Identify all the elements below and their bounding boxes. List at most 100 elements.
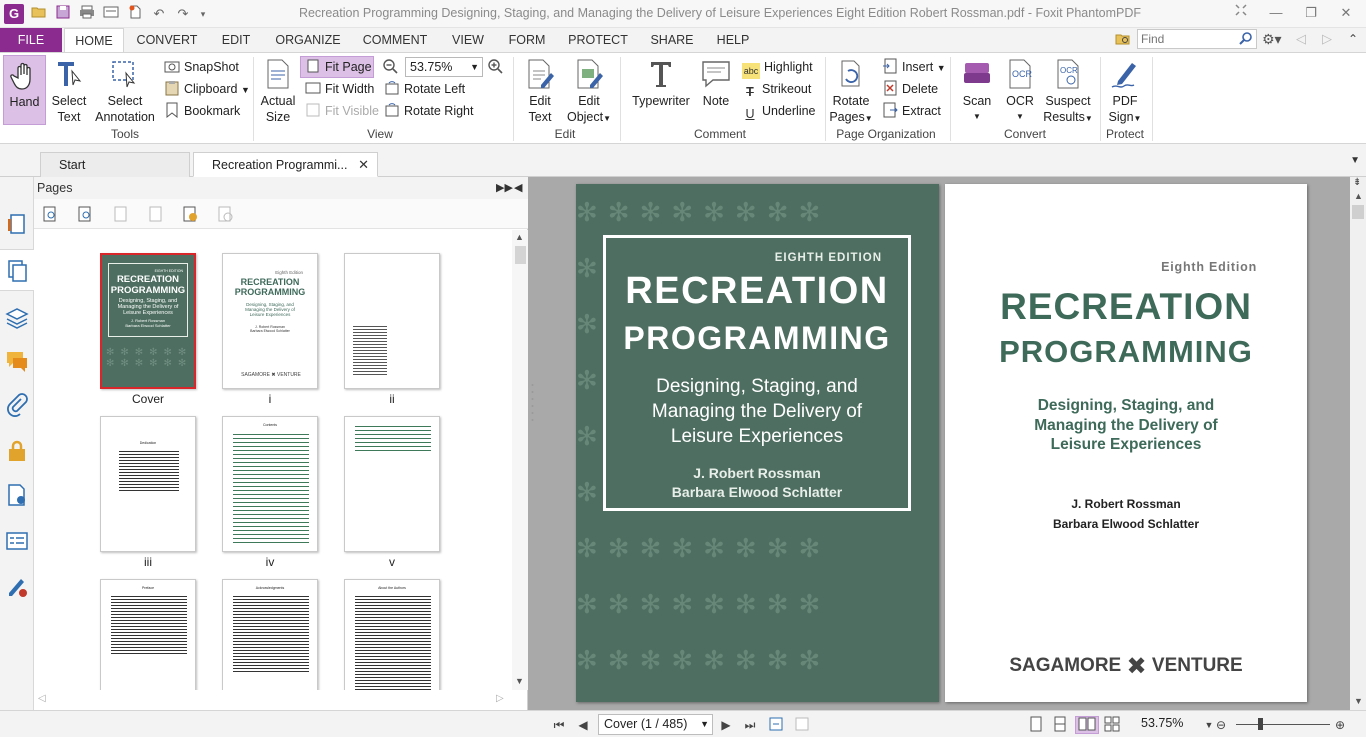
add-page-icon[interactable] xyxy=(182,206,198,222)
signature-nav-icon[interactable] xyxy=(5,575,29,599)
thumbnail-acknowledgments[interactable]: Acknowledgments xyxy=(222,579,318,690)
app-icon[interactable]: G xyxy=(4,4,24,24)
edit-text-button[interactable]: Edit Text xyxy=(519,57,561,125)
document-view[interactable]: ✻✻✻✻✻✻✻✻ ✻✻✻✻✻✻✻✻ ✻✻✻✻✻✻✻✻ ✻✻✻✻✻✻✻✻ ✻✻✻✻… xyxy=(528,177,1350,710)
forward-arrow-icon[interactable]: ▷ xyxy=(1322,31,1332,47)
thumbnail-i[interactable]: Eighth Edition RECREATION PROGRAMMING De… xyxy=(222,253,318,389)
find-input[interactable] xyxy=(1138,30,1238,48)
document-properties-nav-icon[interactable] xyxy=(5,483,29,507)
pages-nav-icon[interactable] xyxy=(0,249,34,291)
typewriter-button[interactable]: Typewriter xyxy=(630,57,692,109)
thumbnail-cover[interactable]: EIGHTH EDITION RECREATION PROGRAMMING De… xyxy=(100,253,196,389)
facing-page-icon[interactable] xyxy=(1075,716,1099,734)
comments-nav-icon[interactable] xyxy=(5,349,29,373)
search-icon[interactable] xyxy=(1239,31,1253,48)
tab-current-document[interactable]: Recreation Programmi... ✕ xyxy=(193,152,378,177)
restore-ribbon-icon[interactable] xyxy=(1226,3,1256,23)
previous-page-icon[interactable]: ◀ xyxy=(574,716,592,734)
page-thumbnail-nav-icon[interactable] xyxy=(5,213,29,237)
zoom-out-icon[interactable] xyxy=(382,58,400,76)
print-icon[interactable] xyxy=(78,5,96,23)
zoom-in-circle-icon[interactable]: ⊕ xyxy=(1331,716,1349,734)
thumbnails-hscrollbar[interactable]: ◁ ▷ xyxy=(34,690,512,710)
document-scrollbar[interactable]: ⇟ ▲ ▼ xyxy=(1350,177,1366,710)
close-tab-icon[interactable]: ✕ xyxy=(358,153,369,177)
file-tab[interactable]: FILE xyxy=(0,28,62,52)
tab-share[interactable]: SHARE xyxy=(644,28,700,52)
reduce-thumbnail-icon[interactable] xyxy=(77,206,93,222)
continuous-facing-icon[interactable] xyxy=(1103,716,1121,734)
tab-protect[interactable]: PROTECT xyxy=(562,28,634,52)
tab-start[interactable]: Start xyxy=(40,152,190,177)
maximize-icon[interactable]: ❐ xyxy=(1296,3,1326,23)
first-page-icon[interactable]: ⏮ xyxy=(550,716,568,734)
fit-page-button[interactable]: Fit Page xyxy=(300,56,374,78)
screen-icon[interactable] xyxy=(102,5,120,23)
scroll-up-icon[interactable]: ▲ xyxy=(515,232,524,242)
close-icon[interactable]: ✕ xyxy=(1331,3,1361,23)
thumbnail-iii[interactable]: Dedication xyxy=(100,416,196,552)
continuous-page-icon[interactable] xyxy=(1051,716,1069,734)
note-button[interactable]: Note xyxy=(698,57,734,109)
back-arrow-icon[interactable]: ◁ xyxy=(1296,31,1306,47)
minimize-icon[interactable]: — xyxy=(1261,3,1291,23)
tab-edit[interactable]: EDIT xyxy=(212,28,260,52)
tab-help[interactable]: HELP xyxy=(710,28,756,52)
pdf-sign-button[interactable]: PDF Sign▼ xyxy=(1104,57,1146,127)
select-text-button[interactable]: Select Text xyxy=(48,57,90,125)
clipboard-button[interactable]: Clipboard ▼ xyxy=(164,79,250,99)
last-page-icon[interactable]: ⏭ xyxy=(741,716,759,734)
zoom-slider-track[interactable] xyxy=(1236,724,1330,725)
security-lock-icon[interactable] xyxy=(5,439,29,463)
next-page-icon[interactable]: ▶ xyxy=(717,716,735,734)
thumbnails-scrollbar[interactable]: ▲ ▼ xyxy=(512,230,528,690)
customize-arrow-icon[interactable]: ▾ xyxy=(194,5,212,23)
extract-page-icon[interactable] xyxy=(147,206,163,222)
edit-object-button[interactable]: Edit Object▼ xyxy=(565,57,613,127)
scroll-right-icon[interactable]: ▷ xyxy=(496,693,504,704)
scroll-down-icon[interactable]: ▼ xyxy=(515,676,524,686)
rotate-right-button[interactable]: Rotate Right xyxy=(384,101,473,121)
ocr-button[interactable]: OCR OCR ▼ xyxy=(1002,57,1038,125)
thumbnail-ii[interactable] xyxy=(344,253,440,389)
snapshot-button[interactable]: SnapShot xyxy=(164,57,239,77)
collapse-ribbon-icon[interactable]: ⌃ xyxy=(1348,32,1358,46)
tab-view[interactable]: VIEW xyxy=(444,28,492,52)
page-selector[interactable]: Cover (1 / 485) ▼ xyxy=(598,714,713,735)
thumbnail-iv[interactable]: Contents xyxy=(222,416,318,552)
fit-width-button[interactable]: Fit Width xyxy=(305,79,374,99)
tab-convert[interactable]: CONVERT xyxy=(130,28,204,52)
tab-list-arrow-icon[interactable]: ▼ xyxy=(1350,155,1360,166)
open-folder-icon[interactable] xyxy=(30,5,48,23)
scroll-left-icon[interactable]: ◁ xyxy=(38,693,46,704)
next-view-icon[interactable] xyxy=(793,716,811,734)
single-page-icon[interactable] xyxy=(1027,716,1045,734)
insert-button[interactable]: Insert ▼ xyxy=(882,57,946,77)
bookmark-button[interactable]: Bookmark xyxy=(164,101,240,121)
scroll-thumb[interactable] xyxy=(1352,205,1364,219)
new-document-icon[interactable] xyxy=(126,5,144,23)
thumbnail-v[interactable] xyxy=(344,416,440,552)
thumbnail-preface[interactable]: Preface xyxy=(100,579,196,690)
hand-tool-button[interactable]: Hand xyxy=(3,55,46,125)
thumbnail-about[interactable]: About the Authors xyxy=(344,579,440,690)
tab-comment[interactable]: COMMENT xyxy=(356,28,434,52)
form-fields-nav-icon[interactable] xyxy=(5,529,29,553)
underline-button[interactable]: U Underline xyxy=(742,101,815,121)
delete-button[interactable]: Delete xyxy=(882,79,938,99)
zoom-in-icon[interactable] xyxy=(487,58,505,76)
panel-options-icon[interactable]: ▶▶ xyxy=(496,177,513,199)
select-annotation-button[interactable]: Select Annotation xyxy=(92,57,158,125)
extract-button[interactable]: Extract xyxy=(882,101,941,121)
scroll-thumb[interactable] xyxy=(515,246,526,264)
find-options-icon[interactable] xyxy=(1115,31,1133,49)
tab-home[interactable]: HOME xyxy=(64,28,124,53)
panel-splitter-grip[interactable] xyxy=(531,380,534,430)
layers-nav-icon[interactable] xyxy=(5,305,29,329)
enlarge-thumbnail-icon[interactable] xyxy=(42,206,58,222)
zoom-out-circle-icon[interactable]: ⊖ xyxy=(1212,716,1230,734)
suspect-results-button[interactable]: OCR Suspect Results▼ xyxy=(1042,57,1094,127)
tab-organize[interactable]: ORGANIZE xyxy=(268,28,348,52)
strikeout-button[interactable]: T Strikeout xyxy=(742,79,811,99)
split-view-icon[interactable]: ⇟ xyxy=(1353,177,1361,188)
